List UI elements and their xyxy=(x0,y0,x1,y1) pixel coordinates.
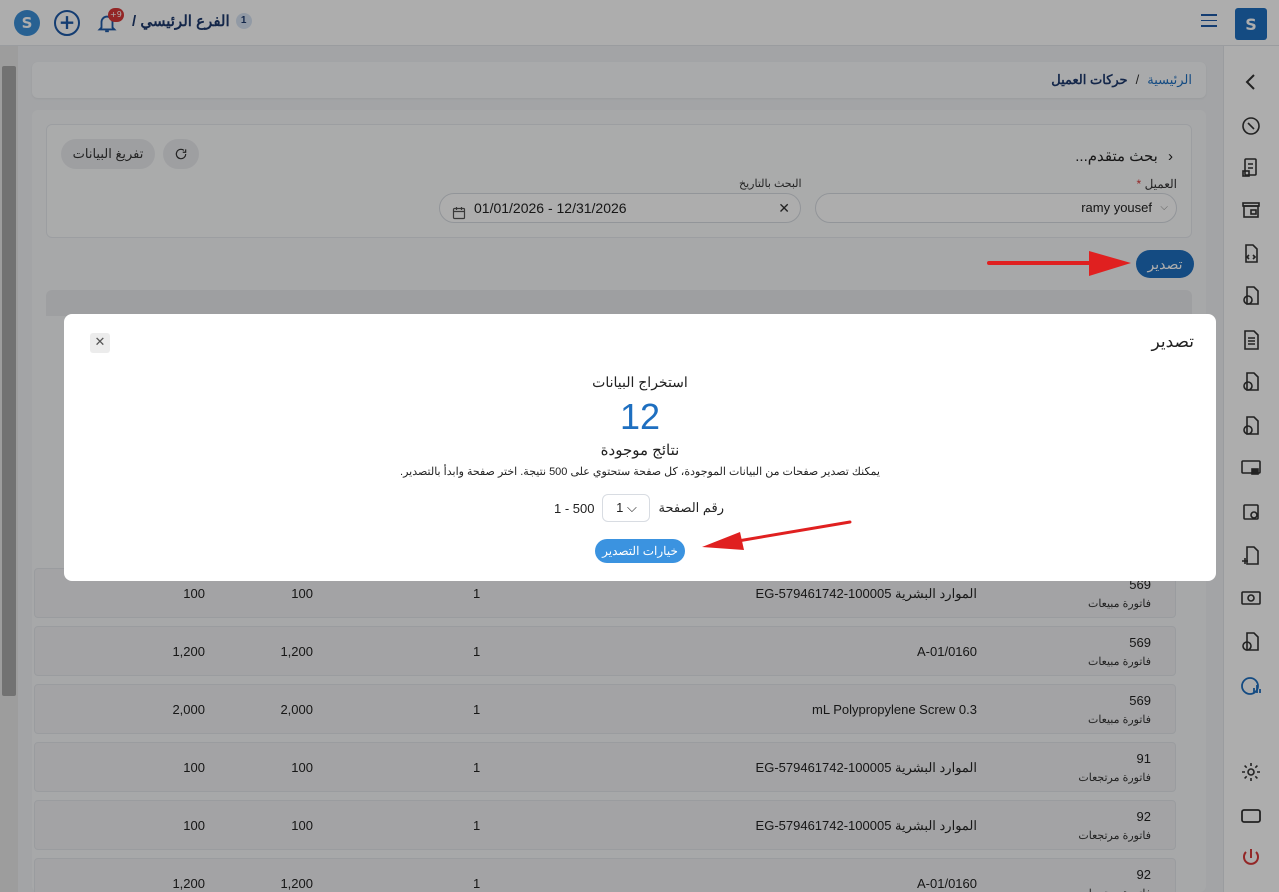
page-range: 1 - 500 xyxy=(554,500,595,516)
annotation-arrow-icon xyxy=(702,520,852,550)
results-found-label: نتائج موجودة xyxy=(600,442,680,459)
export-description: يمكنك تصدير صفحات من البيانات الموجودة، … xyxy=(400,466,880,478)
modal-title: تصدير xyxy=(1151,332,1194,351)
annotation-arrow-icon xyxy=(987,251,1131,276)
results-count: 12 xyxy=(619,396,661,437)
page-number-label: رقم الصفحة xyxy=(658,500,725,515)
extract-data-heading: استخراج البيانات xyxy=(592,374,688,390)
close-icon[interactable]: ✕ xyxy=(90,333,110,353)
export-modal: تصدير ✕ استخراج البيانات 12 نتائج موجودة… xyxy=(64,314,1216,581)
export-options-button[interactable]: خيارات التصدير xyxy=(595,539,685,563)
page-number-select[interactable]: 1 ⌵ xyxy=(602,494,651,522)
chevron-down-icon: ⌵ xyxy=(623,500,637,515)
